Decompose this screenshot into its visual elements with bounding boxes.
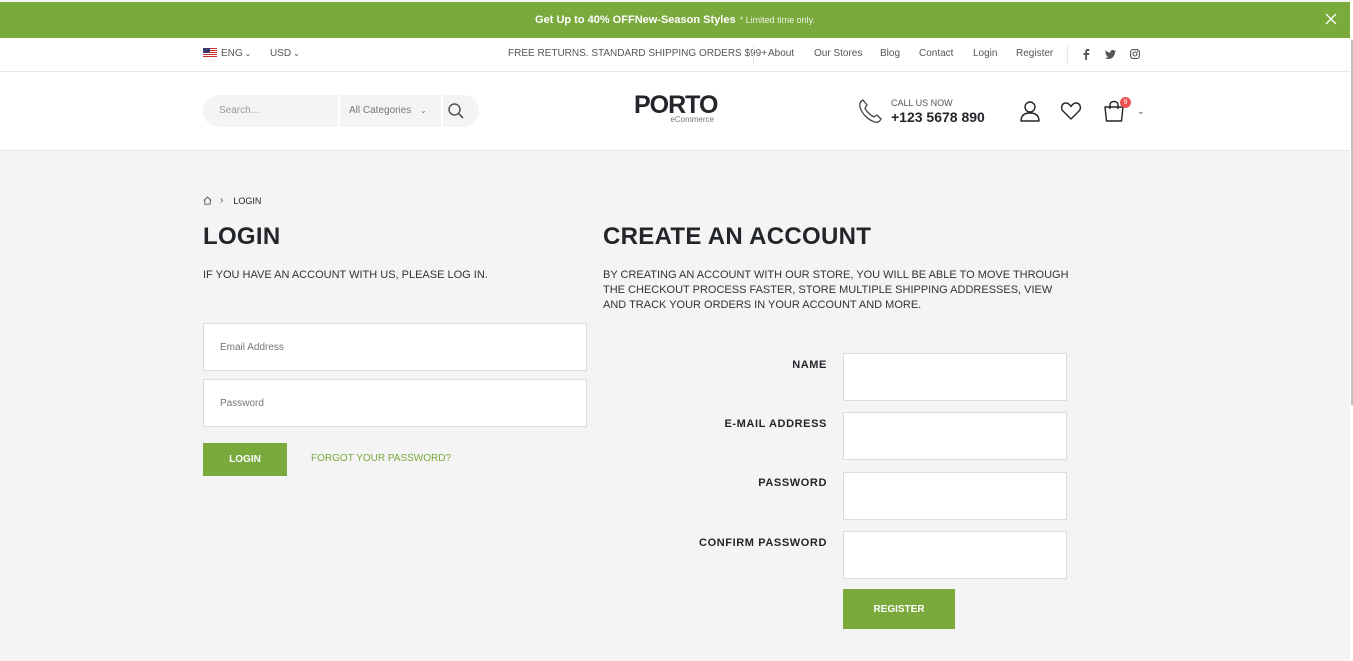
login-password-field[interactable] [203,379,587,427]
forgot-password-link[interactable]: FORGOT YOUR PASSWORD? [311,453,451,464]
login-description: IF YOU HAVE AN ACCOUNT WITH US, PLEASE L… [203,269,488,281]
instagram-icon[interactable] [1130,49,1140,59]
email-input[interactable] [844,413,1066,459]
nav-link-about[interactable]: About [768,48,794,59]
chevron-right-icon: › [220,195,224,206]
promo-prefix: Get Up to [535,14,585,26]
register-description: BY CREATING AN ACCOUNT WITH OUR STORE, Y… [603,269,1069,311]
phone-icon [859,99,882,123]
facebook-icon[interactable] [1082,49,1090,60]
language-label: ENG [221,48,243,59]
user-icon[interactable] [1019,100,1041,122]
search-input[interactable]: Search... [219,105,259,116]
phone-number[interactable]: +123 5678 890 [891,109,985,125]
language-switcher[interactable]: ENG ⌄ [203,48,251,59]
confirm-password-field[interactable] [843,531,1067,579]
promo-suffix: New-Season Styles [634,14,736,26]
search-bar: Search... All Categories ⌄ [203,95,479,127]
nav-link-blog[interactable]: Blog [880,48,900,59]
breadcrumb: › LOGIN [203,195,261,206]
login-title: LOGIN [203,223,281,250]
promo-note: * Limited time only. [739,15,815,25]
us-flag-icon [203,48,217,57]
main-header: Search... All Categories ⌄ PORTO eCommer… [0,72,1350,151]
nav-link-login[interactable]: Login [973,48,997,59]
twitter-icon[interactable] [1105,50,1116,59]
category-select[interactable]: All Categories ⌄ [338,95,443,127]
logo[interactable]: PORTO eCommerce [634,92,718,124]
currency-switcher[interactable]: USD ⌄ [270,48,300,59]
login-password-input[interactable] [204,380,586,426]
divider [1067,46,1068,64]
category-label: All Categories [349,105,412,116]
confirm-password-label: CONFIRM PASSWORD [699,537,827,549]
shipping-notice: FREE RETURNS. STANDARD SHIPPING ORDERS $… [508,48,768,59]
promo-banner: Get Up to 40% OFF New-Season Styles * Li… [0,2,1350,38]
nav-link-contact[interactable]: Contact [919,48,953,59]
call-label: CALL US NOW [891,98,953,108]
login-button[interactable]: LOGIN [203,443,287,476]
register-button[interactable]: REGISTER [843,589,955,629]
nav-link-our-stores[interactable]: Our Stores [814,48,862,59]
name-input[interactable] [844,354,1066,400]
chevron-down-icon: ⌄ [244,49,252,58]
breadcrumb-current: LOGIN [233,195,262,206]
promo-highlight: 40% OFF [587,14,635,26]
login-email-field[interactable] [203,323,587,371]
divider [753,46,754,64]
cart-count-badge: 9 [1120,97,1131,108]
password-input[interactable] [844,473,1066,519]
search-icon[interactable] [447,102,465,120]
chevron-down-icon: ⌄ [420,106,427,115]
chevron-down-icon: ⌄ [293,49,300,58]
heart-icon[interactable] [1060,100,1082,122]
chevron-down-icon[interactable]: ⌄ [1137,106,1145,117]
name-field[interactable] [843,353,1067,401]
login-email-input[interactable] [204,324,586,370]
email-field[interactable] [843,412,1067,460]
top-bar: ENG ⌄ USD ⌄ FREE RETURNS. STANDARD SHIPPIN… [0,38,1350,72]
confirm-password-input[interactable] [844,532,1066,578]
password-label: PASSWORD [758,477,827,489]
close-icon[interactable] [1324,12,1338,26]
email-label: E-MAIL ADDRESS [724,418,827,430]
name-label: NAME [792,359,827,371]
nav-link-register[interactable]: Register [1016,48,1053,59]
home-icon[interactable] [203,196,212,205]
register-title: CREATE AN ACCOUNT [603,223,872,250]
password-field[interactable] [843,472,1067,520]
currency-label: USD [270,48,292,59]
